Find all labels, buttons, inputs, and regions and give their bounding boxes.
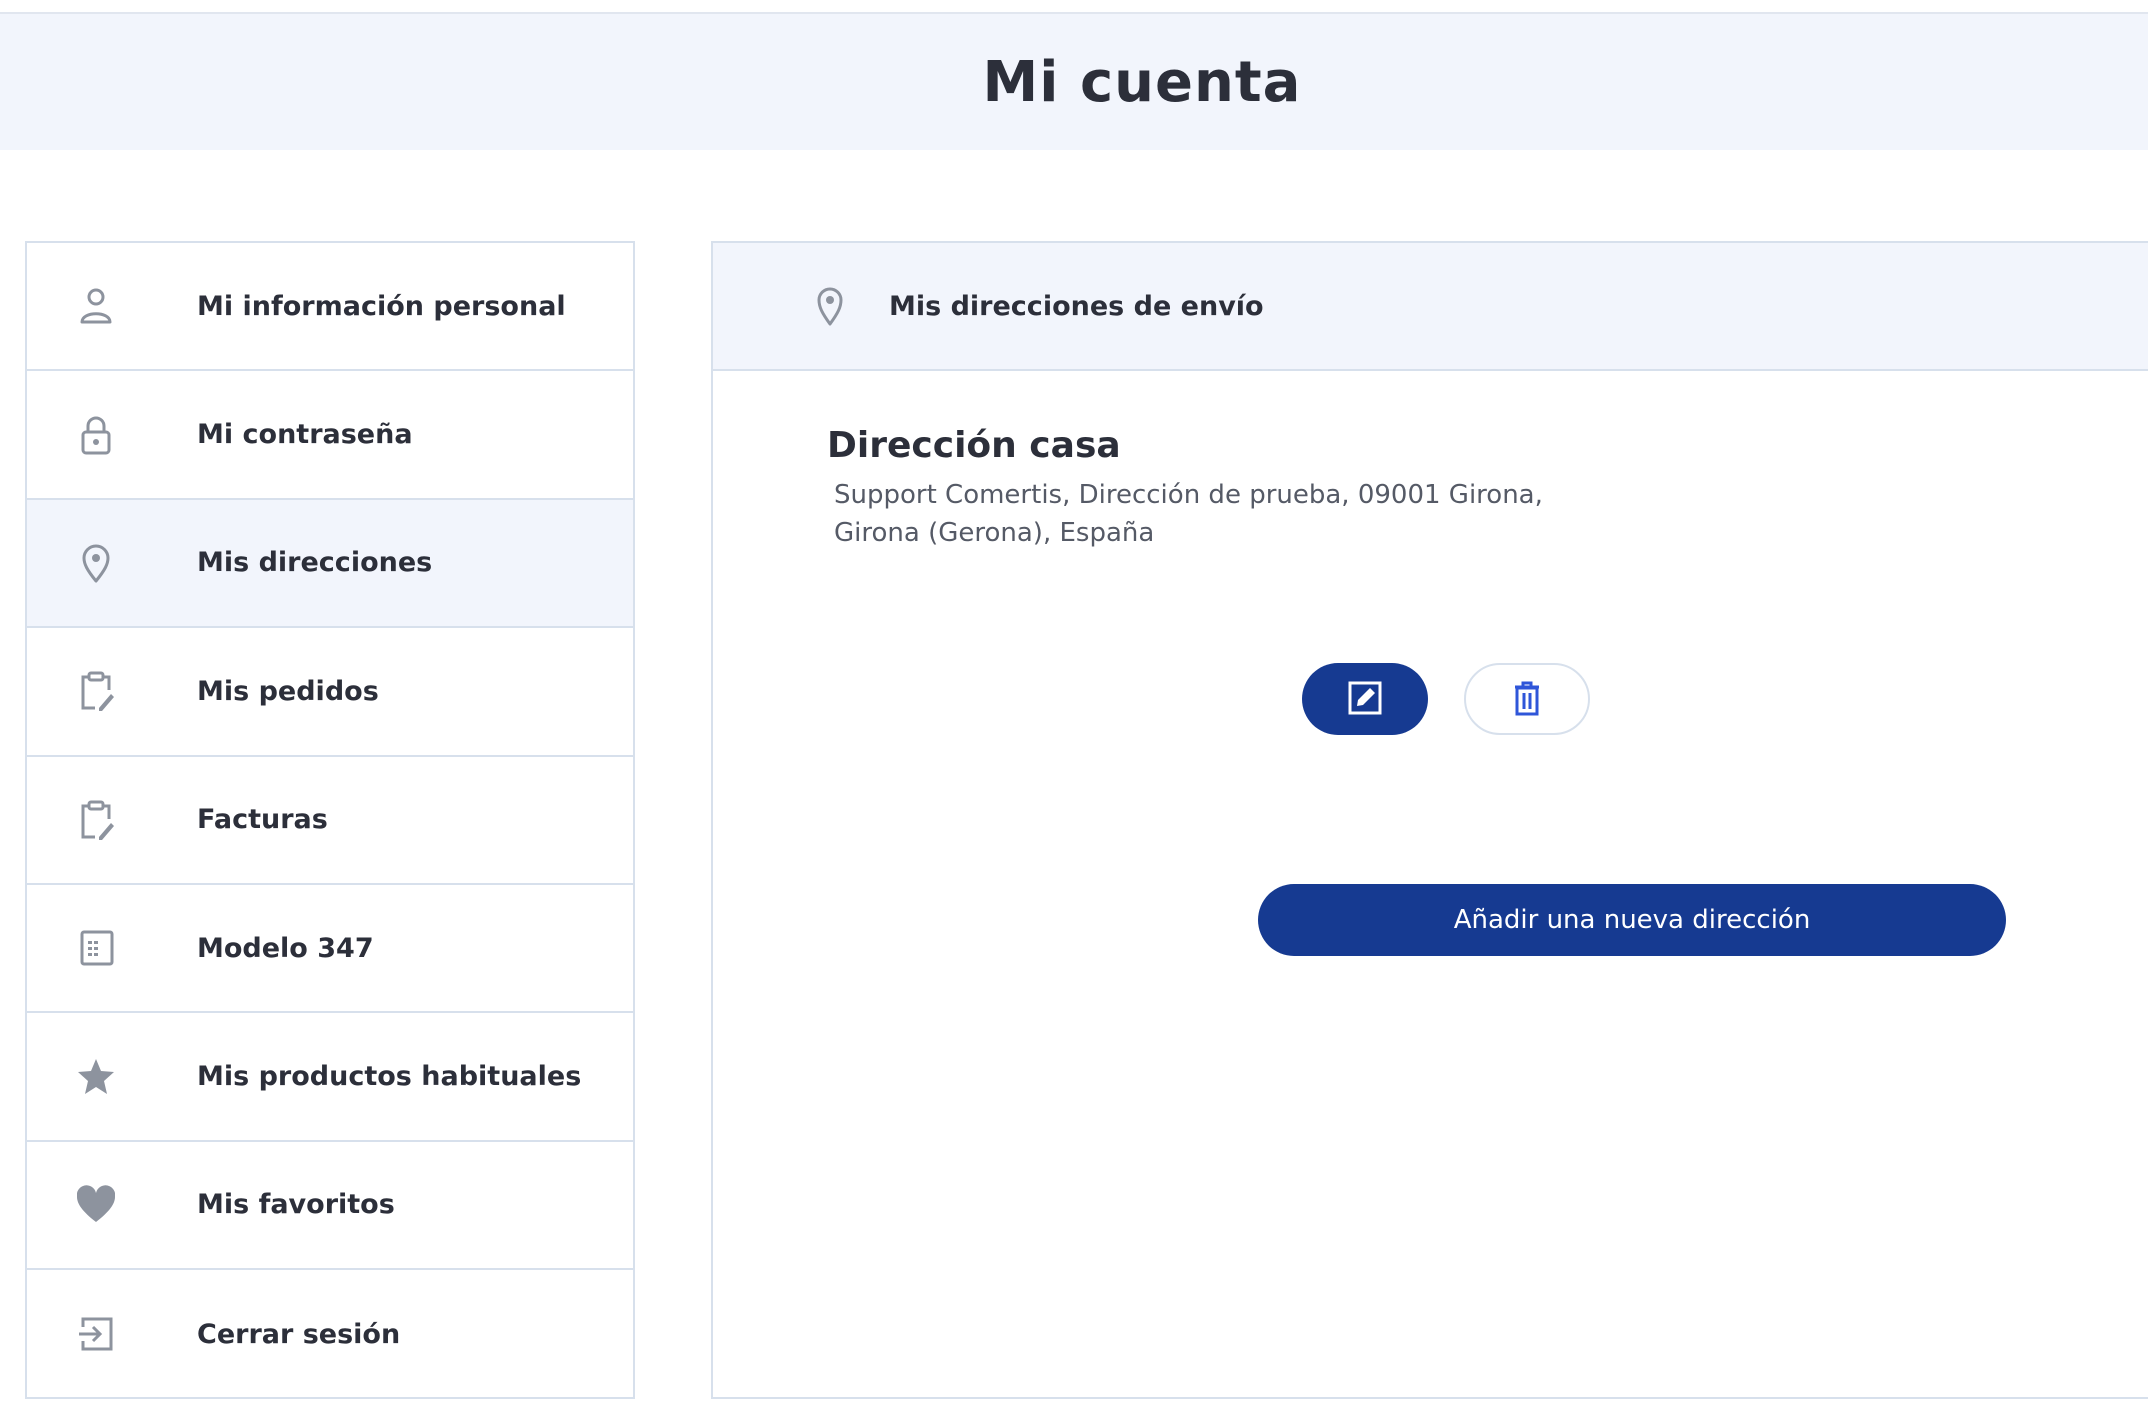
sidebar-item-label: Mis productos habituales <box>197 1061 582 1093</box>
sidebar-item-label: Cerrar sesión <box>197 1318 401 1350</box>
account-sidebar: Mi información personal Mi contraseña Mi… <box>25 241 635 1399</box>
sidebar-item-label: Modelo 347 <box>197 932 374 964</box>
add-address-button[interactable]: Añadir una nueva dirección <box>1258 884 2006 956</box>
edit-icon <box>1348 681 1382 718</box>
addresses-panel: Mis direcciones de envío Dirección casa … <box>711 241 2148 1399</box>
address-name: Dirección casa <box>827 425 1121 466</box>
calculator-icon <box>63 926 129 970</box>
clipboard-edit-icon <box>63 669 129 713</box>
lock-icon <box>63 413 129 457</box>
sidebar-item-label: Mis favoritos <box>197 1189 395 1221</box>
sidebar-item-label: Mi contraseña <box>197 419 413 451</box>
sidebar-item-personal-info[interactable]: Mi información personal <box>27 243 633 372</box>
sidebar-item-logout[interactable]: Cerrar sesión <box>27 1270 633 1398</box>
edit-address-button[interactable] <box>1302 663 1428 735</box>
panel-header: Mis direcciones de envío <box>713 243 2148 371</box>
address-line-2: Girona (Gerona), España <box>834 518 1155 548</box>
sidebar-item-modelo-347[interactable]: Modelo 347 <box>27 885 633 1014</box>
sidebar-item-invoices[interactable]: Facturas <box>27 757 633 885</box>
clipboard-edit-icon <box>63 798 129 842</box>
sidebar-item-favorites[interactable]: Mis favoritos <box>27 1142 633 1271</box>
sidebar-item-usual-products[interactable]: Mis productos habituales <box>27 1013 633 1142</box>
sidebar-item-label: Mis pedidos <box>197 675 379 707</box>
star-icon <box>63 1055 129 1099</box>
map-pin-icon <box>811 284 849 328</box>
address-line-1: Support Comertis, Dirección de prueba, 0… <box>834 480 1543 510</box>
heart-icon <box>63 1183 129 1227</box>
sidebar-item-label: Mis direcciones <box>197 547 433 579</box>
delete-address-button[interactable] <box>1464 663 1590 735</box>
page-title: Mi cuenta <box>982 49 1302 115</box>
logout-icon <box>63 1312 129 1356</box>
map-pin-icon <box>63 541 129 585</box>
page-header: Mi cuenta <box>0 12 2148 150</box>
sidebar-item-addresses[interactable]: Mis direcciones <box>27 499 633 629</box>
trash-icon <box>1512 680 1542 719</box>
sidebar-item-label: Mi información personal <box>197 290 566 322</box>
sidebar-item-orders[interactable]: Mis pedidos <box>27 628 633 757</box>
user-icon <box>63 284 129 328</box>
address-details: Support Comertis, Dirección de prueba, 0… <box>834 476 1594 552</box>
panel-title: Mis direcciones de envío <box>889 290 1264 322</box>
sidebar-item-label: Facturas <box>197 804 328 836</box>
sidebar-item-password[interactable]: Mi contraseña <box>27 371 633 500</box>
